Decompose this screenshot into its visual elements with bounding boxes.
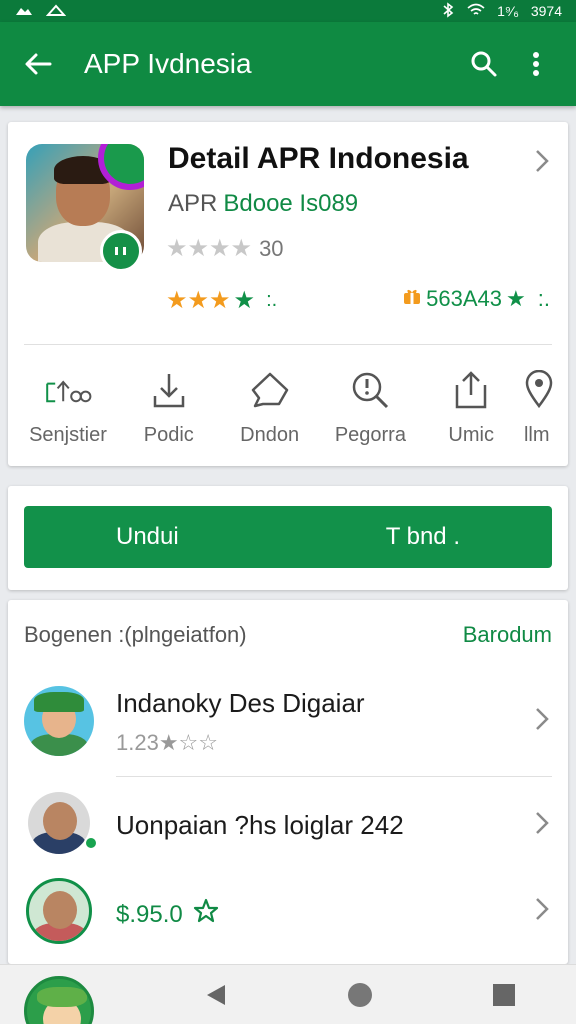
divider	[116, 776, 552, 777]
mountain-icon	[45, 3, 67, 20]
action-label: Dndon	[240, 424, 300, 446]
developer: APR Bdooe Is089	[168, 190, 358, 218]
right-dots: :.	[537, 286, 550, 311]
search-alert-icon	[346, 368, 394, 412]
action-llm[interactable]: llm	[524, 368, 564, 458]
chevron-right-icon	[534, 896, 550, 927]
app-badge-icon	[100, 230, 142, 272]
install-left-label: Undui	[116, 523, 179, 550]
action-row: Senjstier Podic Dndon Pegorra Umic llm	[8, 368, 568, 458]
action-label: Podic	[143, 424, 194, 446]
section-header: Bogenen :(plngeiatfon) Barodum	[24, 622, 552, 648]
chevron-right-icon	[534, 706, 550, 737]
install-right-label: T bnd .	[385, 523, 460, 550]
list-item-price: $.95.0	[116, 898, 219, 931]
bluetooth-icon	[441, 1, 455, 21]
green-star: ★	[233, 287, 256, 314]
share-people-icon	[44, 368, 92, 412]
action-label: Umic	[448, 424, 494, 446]
install-button[interactable]: Undui T bnd .	[24, 506, 552, 568]
back-triangle-icon[interactable]	[186, 970, 246, 1020]
gray-stars: ★★★★	[166, 235, 253, 262]
gray-rating: ★★★★ 30	[166, 234, 284, 263]
app-detail-card: Detail APR Indonesia APR Bdooe Is089 ★★★★…	[8, 122, 568, 466]
action-umic[interactable]: Umic	[423, 368, 519, 458]
price-text: $.95.0	[116, 900, 183, 928]
developer-link[interactable]: Bdooe Is089	[223, 190, 358, 217]
list-item[interactable]: Uonpaian ?hs loiglar 242	[8, 784, 568, 876]
related-section: Bogenen :(plngeiatfon) Barodum Indanoky …	[8, 600, 568, 964]
app-title: Detail APR Indonesia	[168, 142, 469, 175]
home-circle-icon[interactable]	[330, 970, 390, 1020]
upload-icon	[447, 368, 495, 412]
list-item-rating: 1.23★☆☆	[116, 730, 218, 755]
list-item[interactable]: $.95.0	[8, 870, 568, 962]
notification-icon	[14, 3, 34, 20]
gift-icon	[402, 286, 422, 312]
action-podic[interactable]: Podic	[121, 368, 217, 458]
download-icon	[145, 368, 193, 412]
online-status-icon	[84, 836, 98, 850]
chevron-right-icon	[534, 810, 550, 841]
list-item[interactable]: Indanoky Des Digaiar 1.23★☆☆	[8, 676, 568, 768]
review-count: 30	[259, 235, 284, 261]
divider	[24, 344, 552, 345]
star-outline-icon[interactable]	[193, 898, 219, 931]
rating-right: 563A43 ★ :.	[402, 286, 550, 312]
right-star: ★	[506, 286, 526, 311]
section-link[interactable]: Barodum	[463, 622, 552, 648]
signal-text: 1⁹⁄₆	[497, 3, 519, 19]
more-vert-icon[interactable]	[514, 42, 558, 86]
section-title: Bogenen :(plngeiatfon)	[24, 622, 247, 647]
battery-text: 3974	[530, 3, 562, 19]
chevron-right-icon[interactable]	[534, 148, 550, 179]
action-dndon[interactable]: Dndon	[222, 368, 318, 458]
action-label: llm	[523, 424, 550, 446]
location-icon	[524, 368, 564, 412]
avatar	[28, 792, 90, 854]
list-item-name: Uonpaian ?hs loiglar 242	[116, 810, 404, 840]
list-item-name: Indanoky Des Digaiar	[116, 688, 365, 718]
arrow-left-icon[interactable]	[18, 44, 58, 84]
recents-square-icon[interactable]	[474, 970, 534, 1020]
page-title: APP Ivdnesia	[84, 48, 252, 79]
action-pegorra[interactable]: Pegorra	[322, 368, 418, 458]
action-label: Senjstier	[29, 424, 107, 446]
avatar	[24, 686, 94, 756]
search-icon[interactable]	[462, 42, 506, 86]
action-label: Pegorra	[334, 424, 406, 446]
orange-stars: ★★★	[166, 287, 231, 314]
status-bar: 1⁹⁄₆ 3974	[0, 0, 576, 22]
action-senjstier[interactable]: Senjstier	[20, 368, 116, 458]
rating-dots: :.	[266, 289, 278, 311]
avatar	[26, 878, 92, 944]
app-bar: APP Ivdnesia	[0, 22, 576, 106]
chat-icon	[246, 368, 294, 412]
right-value: 563A43	[426, 286, 503, 311]
install-card: Undui T bnd .	[8, 486, 568, 590]
developer-prefix: APR	[168, 190, 218, 217]
rating-row: ★★★ ★ :.	[166, 286, 277, 315]
wifi-icon	[467, 3, 485, 20]
